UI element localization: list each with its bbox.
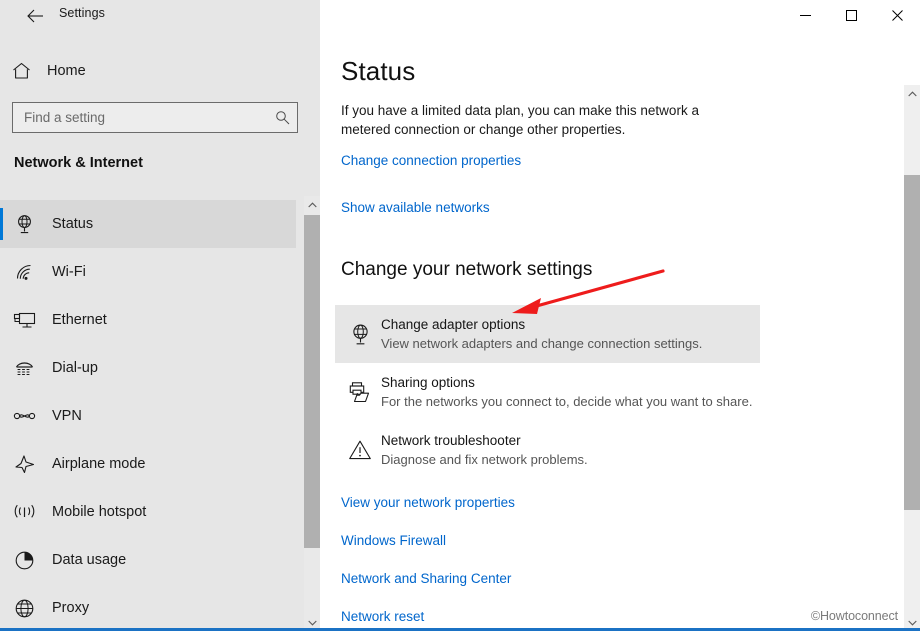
window-controls [782, 0, 920, 31]
sidebar-label-vpn: VPN [52, 408, 82, 424]
sidebar-item-proxy[interactable]: Proxy [0, 584, 296, 631]
sidebar-item-status[interactable]: Status [0, 200, 296, 248]
option-title: Sharing options [381, 374, 475, 390]
sidebar-item-vpn[interactable]: VPN [0, 392, 296, 440]
sidebar-label-wifi: Wi-Fi [52, 264, 86, 280]
proxy-globe-icon [0, 598, 48, 619]
sidebar-home-label: Home [47, 63, 86, 79]
ethernet-icon [0, 310, 48, 330]
search-box[interactable] [12, 102, 298, 133]
window-title: Settings [59, 6, 105, 20]
sidebar-scroll-thumb[interactable] [304, 215, 320, 548]
sidebar-label-data-usage: Data usage [52, 552, 127, 568]
minimize-button[interactable] [782, 0, 828, 31]
sharing-printer-folder-icon [339, 381, 381, 404]
title-bar: Settings [0, 0, 920, 31]
sidebar: Home Network & Internet [0, 0, 320, 631]
bottom-links-list: View your network properties Windows Fir… [341, 495, 515, 631]
search-icon[interactable] [267, 110, 297, 125]
network-options-list: Change adapter options View network adap… [335, 305, 775, 479]
data-usage-pie-icon [0, 550, 48, 571]
sidebar-item-home[interactable]: Home [0, 54, 300, 88]
link-network-and-sharing-center[interactable]: Network and Sharing Center [341, 571, 515, 586]
link-view-network-properties[interactable]: View your network properties [341, 495, 515, 510]
sidebar-nav-list: Status Wi-Fi Ethernet Dial-up VPN Airpla… [0, 200, 320, 631]
link-windows-firewall[interactable]: Windows Firewall [341, 533, 515, 548]
option-subtitle: View network adapters and change connect… [381, 335, 703, 351]
option-sharing-options[interactable]: Sharing options For the networks you con… [335, 363, 760, 421]
content-scroll-thumb[interactable] [904, 175, 920, 510]
link-show-available-networks[interactable]: Show available networks [341, 200, 490, 215]
sidebar-label-status: Status [52, 216, 94, 232]
sidebar-item-data-usage[interactable]: Data usage [0, 536, 296, 584]
search-input[interactable] [13, 103, 267, 132]
page-title: Status [341, 56, 416, 86]
option-title: Change adapter options [381, 316, 526, 332]
airplane-icon [0, 454, 48, 474]
sidebar-label-proxy: Proxy [52, 600, 90, 616]
sidebar-label-dialup: Dial-up [52, 360, 98, 376]
sidebar-item-mobile-hotspot[interactable]: Mobile hotspot [0, 488, 296, 536]
option-text-group: Sharing options For the networks you con… [381, 374, 752, 411]
sidebar-item-wifi[interactable]: Wi-Fi [0, 248, 296, 296]
maximize-icon [845, 10, 857, 21]
hotspot-icon [0, 503, 48, 521]
settings-window: Settings Home Find a setting Network & I… [0, 0, 920, 631]
link-network-reset[interactable]: Network reset [341, 609, 515, 624]
option-subtitle: Diagnose and fix network problems. [381, 451, 588, 467]
wifi-icon [0, 263, 48, 282]
adapter-globe-icon [339, 323, 381, 346]
maximize-button[interactable] [828, 0, 874, 31]
option-network-troubleshooter[interactable]: Network troubleshooter Diagnose and fix … [335, 421, 760, 479]
sidebar-label-ethernet: Ethernet [52, 312, 107, 328]
status-globe-icon [0, 214, 48, 235]
vpn-icon [0, 409, 48, 423]
close-button[interactable] [874, 0, 920, 31]
page-description: If you have a limited data plan, you can… [341, 103, 699, 137]
link-change-connection-properties[interactable]: Change connection properties [341, 153, 521, 168]
option-subtitle: For the networks you connect to, decide … [381, 393, 753, 409]
sidebar-scroll-up-icon[interactable] [304, 196, 320, 213]
sidebar-item-airplane-mode[interactable]: Airplane mode [0, 440, 296, 488]
close-icon [891, 10, 903, 21]
dialup-phone-icon [0, 358, 48, 378]
sidebar-item-dialup[interactable]: Dial-up [0, 344, 296, 392]
content-scrollbar[interactable] [904, 85, 920, 631]
sidebar-category-title: Network & Internet [14, 155, 143, 171]
minimize-icon [799, 15, 811, 16]
sidebar-scrollbar[interactable] [304, 196, 320, 631]
sidebar-label-airplane-mode: Airplane mode [52, 456, 146, 472]
section-heading-change-network-settings: Change your network settings [341, 259, 593, 280]
sidebar-label-mobile-hotspot: Mobile hotspot [52, 504, 147, 520]
main-content: Status If you have a limited data plan, … [320, 31, 904, 631]
home-icon [0, 62, 42, 80]
back-arrow-icon [26, 9, 43, 23]
sidebar-item-ethernet[interactable]: Ethernet [0, 296, 296, 344]
option-text-group: Change adapter options View network adap… [381, 316, 702, 353]
content-scroll-up-icon[interactable] [904, 85, 920, 102]
option-title: Network troubleshooter [381, 432, 521, 448]
option-change-adapter-options[interactable]: Change adapter options View network adap… [335, 305, 760, 363]
watermark: ©Howtoconnect [810, 609, 898, 623]
back-button[interactable] [22, 4, 48, 28]
option-text-group: Network troubleshooter Diagnose and fix … [381, 432, 588, 469]
warning-triangle-icon [339, 439, 381, 461]
